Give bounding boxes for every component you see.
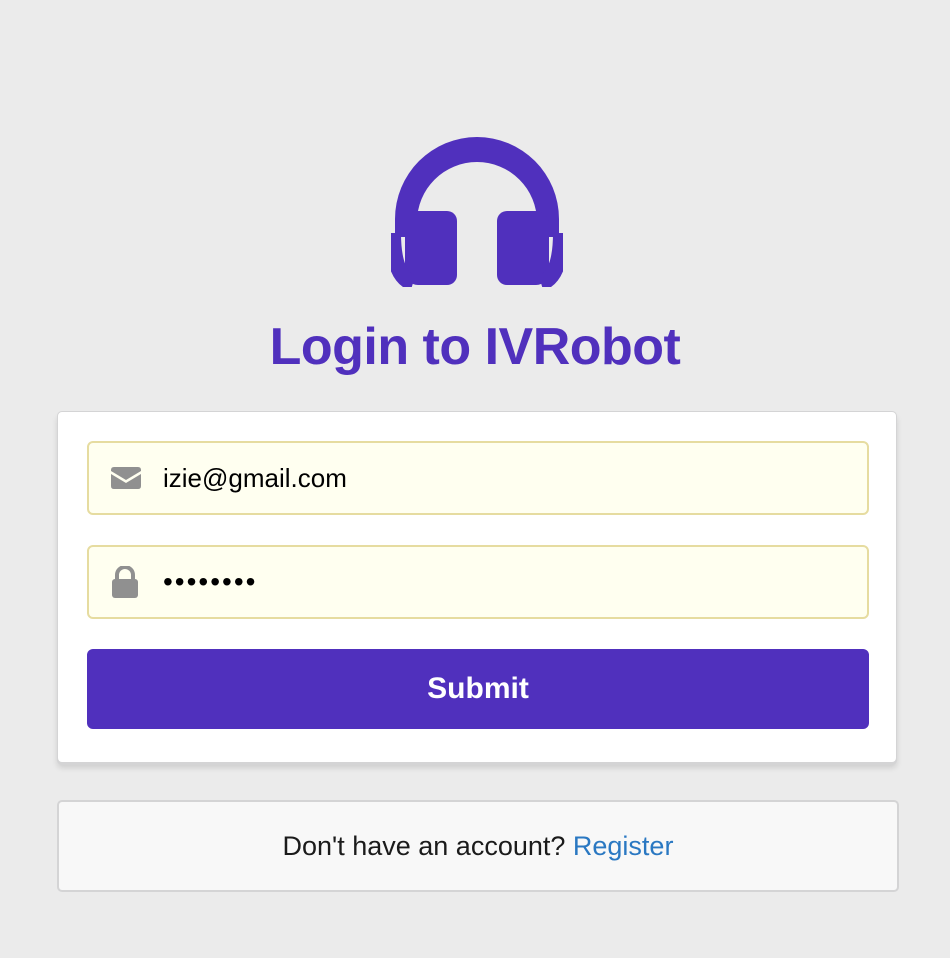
login-form: Submit: [57, 411, 897, 763]
envelope-icon: [111, 467, 141, 489]
page-title: Login to IVRobot: [269, 318, 681, 376]
password-input[interactable]: [163, 547, 853, 617]
password-field[interactable]: [87, 545, 869, 619]
email-input[interactable]: [163, 443, 853, 513]
register-prompt: Don't have an account?: [282, 831, 566, 861]
lock-icon: [112, 566, 138, 598]
email-field[interactable]: [87, 441, 869, 515]
headphones-icon: [391, 137, 563, 287]
register-link[interactable]: Register: [573, 831, 674, 861]
submit-button[interactable]: Submit: [87, 649, 869, 729]
register-message: Don't have an account? Register: [57, 800, 899, 892]
